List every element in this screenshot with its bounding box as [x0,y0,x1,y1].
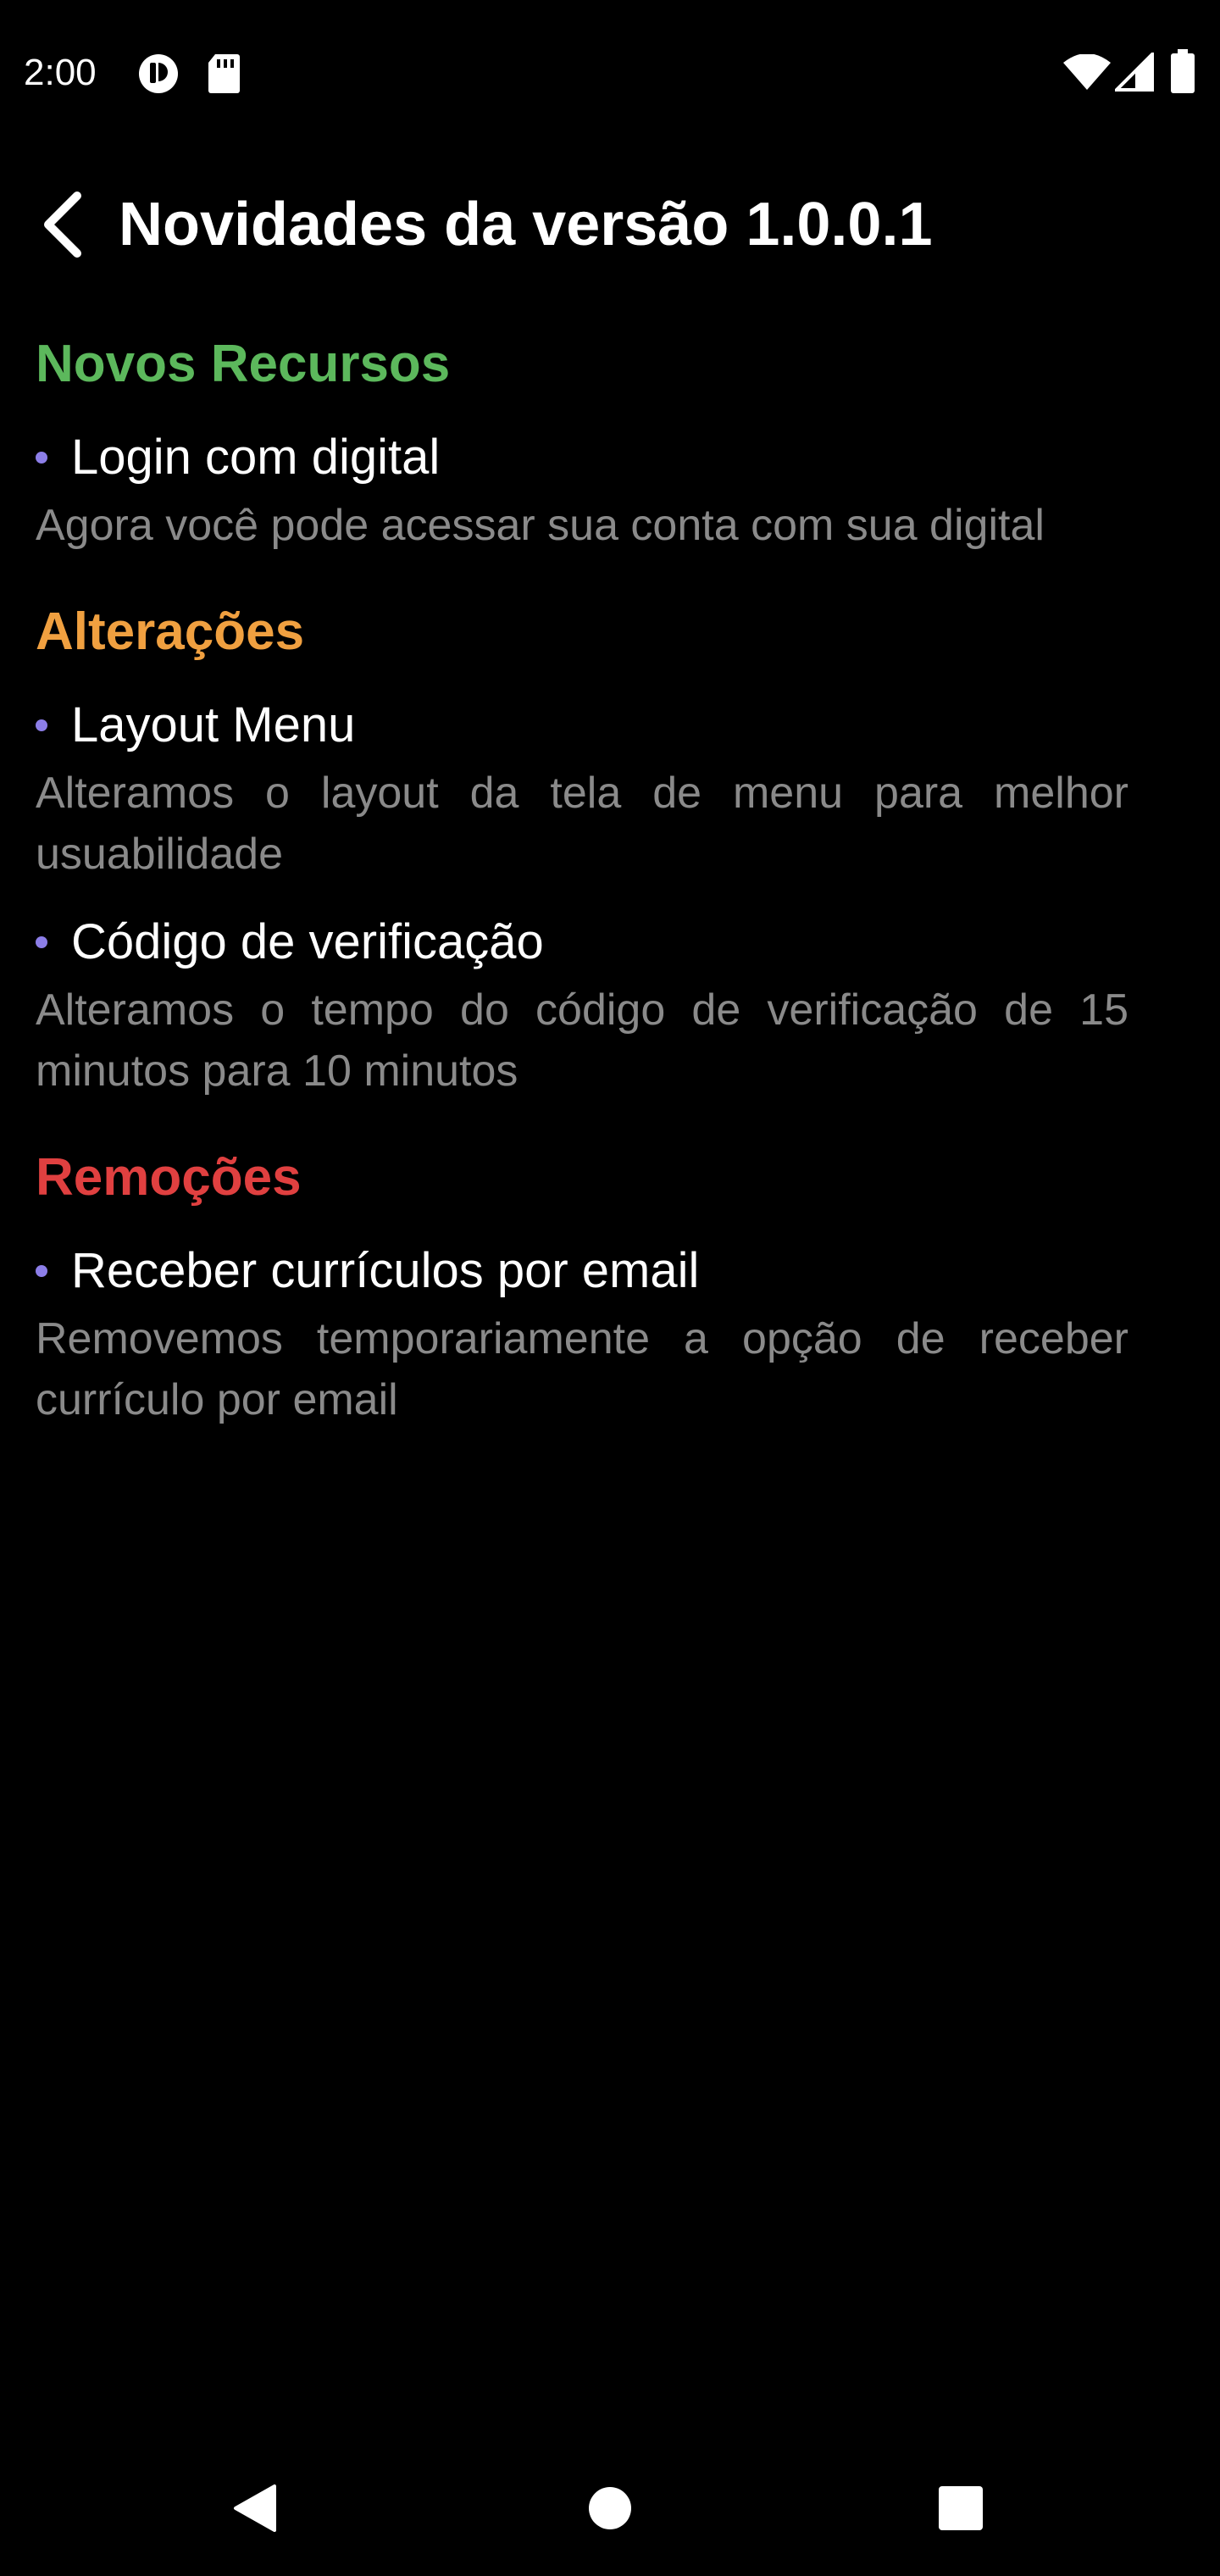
chevron-left-icon [44,192,81,258]
item-title: Receber currículos por email [71,1243,700,1298]
bullet-icon [36,1265,47,1277]
wifi-icon [1063,54,1111,90]
home-circle-icon [589,2487,631,2529]
section-title-changes: Alterações [36,602,305,661]
notification-circle-icon [139,54,178,93]
item-title: Código de verificação [71,914,544,969]
release-notes-content: Novos Recursos Login com digital Agora v… [36,322,1128,1454]
section-title-removals: Remoções [36,1148,302,1207]
list-item: Layout Menu Alteramos o layout da tela d… [36,691,1128,885]
item-title-row: Layout Menu [36,691,1128,759]
status-bar: 2:00 [0,0,1220,144]
status-time: 2:00 [24,52,97,93]
item-title-row: Código de verificação [36,908,1128,976]
item-title: Layout Menu [71,697,356,752]
item-description: Alteramos o tempo do código de verificaç… [36,985,1128,1096]
list-item: Código de verificação Alteramos o tempo … [36,908,1128,1102]
bullet-icon [36,719,47,731]
item-description: Removemos temporariamente a opção de rec… [36,1314,1128,1424]
item-title: Login com digital [71,430,441,485]
list-item: Login com digital Agora você pode acessa… [36,424,1128,556]
section-removals: Remoções Receber currículos por email Re… [36,1144,1128,1430]
recents-square-icon [939,2486,983,2530]
bullet-icon [36,936,47,948]
section-changes: Alterações Layout Menu Alteramos o layou… [36,598,1128,1102]
battery-icon [1171,49,1195,93]
section-new-features: Novos Recursos Login com digital Agora v… [36,330,1128,556]
signal-icon [1115,53,1154,92]
page-title: Novidades da versão 1.0.0.1 [119,191,933,258]
list-item: Receber currículos por email Removemos t… [36,1237,1128,1430]
bullet-icon [36,452,47,464]
item-description: Alteramos o layout da tela de menu para … [36,769,1128,879]
nav-back-button[interactable] [212,2466,297,2551]
system-nav-bar [0,2440,1220,2576]
item-description: Agora você pode acessar sua conta com su… [36,501,1045,550]
back-triangle-icon [234,2484,276,2532]
sd-card-icon [208,54,240,93]
item-title-row: Receber currículos por email [36,1237,1128,1305]
back-button[interactable] [25,186,102,263]
section-title-new-features: Novos Recursos [36,335,451,393]
app-bar: Novidades da versão 1.0.0.1 [0,169,1220,280]
nav-recents-button[interactable] [918,2466,1003,2551]
nav-home-button[interactable] [568,2466,652,2551]
item-title-row: Login com digital [36,424,1128,491]
